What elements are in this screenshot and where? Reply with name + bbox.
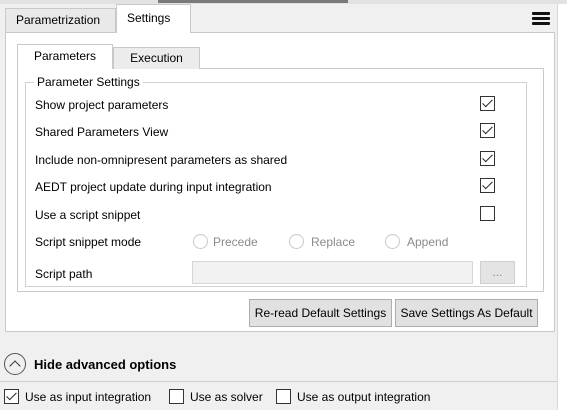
aedt-project-update-checkbox[interactable] bbox=[480, 178, 495, 193]
divider bbox=[0, 381, 557, 382]
replace-radio-label: Replace bbox=[311, 235, 356, 249]
reread-default-settings-button[interactable]: Re-read Default Settings bbox=[249, 299, 392, 327]
use-as-input-integration-checkbox[interactable] bbox=[4, 389, 19, 404]
group-title: Parameter Settings bbox=[34, 75, 143, 89]
settings-panel: Parametrization Settings Parameters Exec… bbox=[0, 0, 567, 410]
append-radio[interactable] bbox=[385, 234, 400, 249]
use-script-snippet-label: Use a script snippet bbox=[35, 208, 141, 222]
tab-parameters[interactable]: Parameters bbox=[17, 44, 113, 69]
hide-advanced-options-label[interactable]: Hide advanced options bbox=[34, 357, 176, 372]
tab-execution[interactable]: Execution bbox=[113, 47, 200, 69]
show-project-parameters-checkbox[interactable] bbox=[480, 96, 495, 111]
shared-parameters-view-checkbox[interactable] bbox=[480, 123, 495, 138]
include-non-omnipresent-label: Include non-omnipresent parameters as sh… bbox=[35, 153, 288, 167]
script-path-label: Script path bbox=[35, 267, 93, 281]
script-snippet-mode-label: Script snippet mode bbox=[35, 235, 142, 249]
use-as-input-integration-label: Use as input integration bbox=[25, 390, 152, 404]
script-path-input[interactable] bbox=[192, 261, 473, 284]
hamburger-menu-icon[interactable] bbox=[532, 12, 550, 28]
replace-radio[interactable] bbox=[289, 234, 304, 249]
use-as-output-integration-label: Use as output integration bbox=[297, 390, 431, 404]
use-as-solver-label: Use as solver bbox=[190, 390, 263, 404]
aedt-project-update-label: AEDT project update during input integra… bbox=[35, 180, 272, 194]
use-as-solver-checkbox[interactable] bbox=[169, 389, 184, 404]
vertical-scrollbar[interactable] bbox=[557, 4, 567, 410]
include-non-omnipresent-checkbox[interactable] bbox=[480, 151, 495, 166]
use-as-output-integration-checkbox[interactable] bbox=[276, 389, 291, 404]
precede-radio-label: Precede bbox=[213, 235, 258, 249]
shared-parameters-view-label: Shared Parameters View bbox=[35, 125, 169, 139]
save-settings-default-button[interactable]: Save Settings As Default bbox=[395, 299, 538, 327]
tab-parametrization[interactable]: Parametrization bbox=[5, 8, 116, 32]
browse-button[interactable]: ... bbox=[480, 261, 515, 284]
append-radio-label: Append bbox=[407, 235, 449, 249]
precede-radio[interactable] bbox=[193, 234, 208, 249]
show-project-parameters-label: Show project parameters bbox=[35, 98, 169, 112]
tab-settings[interactable]: Settings bbox=[116, 4, 191, 33]
chevron-up-circle-icon[interactable] bbox=[4, 353, 26, 375]
top-strip bbox=[0, 0, 567, 4]
use-script-snippet-checkbox[interactable] bbox=[480, 206, 495, 221]
